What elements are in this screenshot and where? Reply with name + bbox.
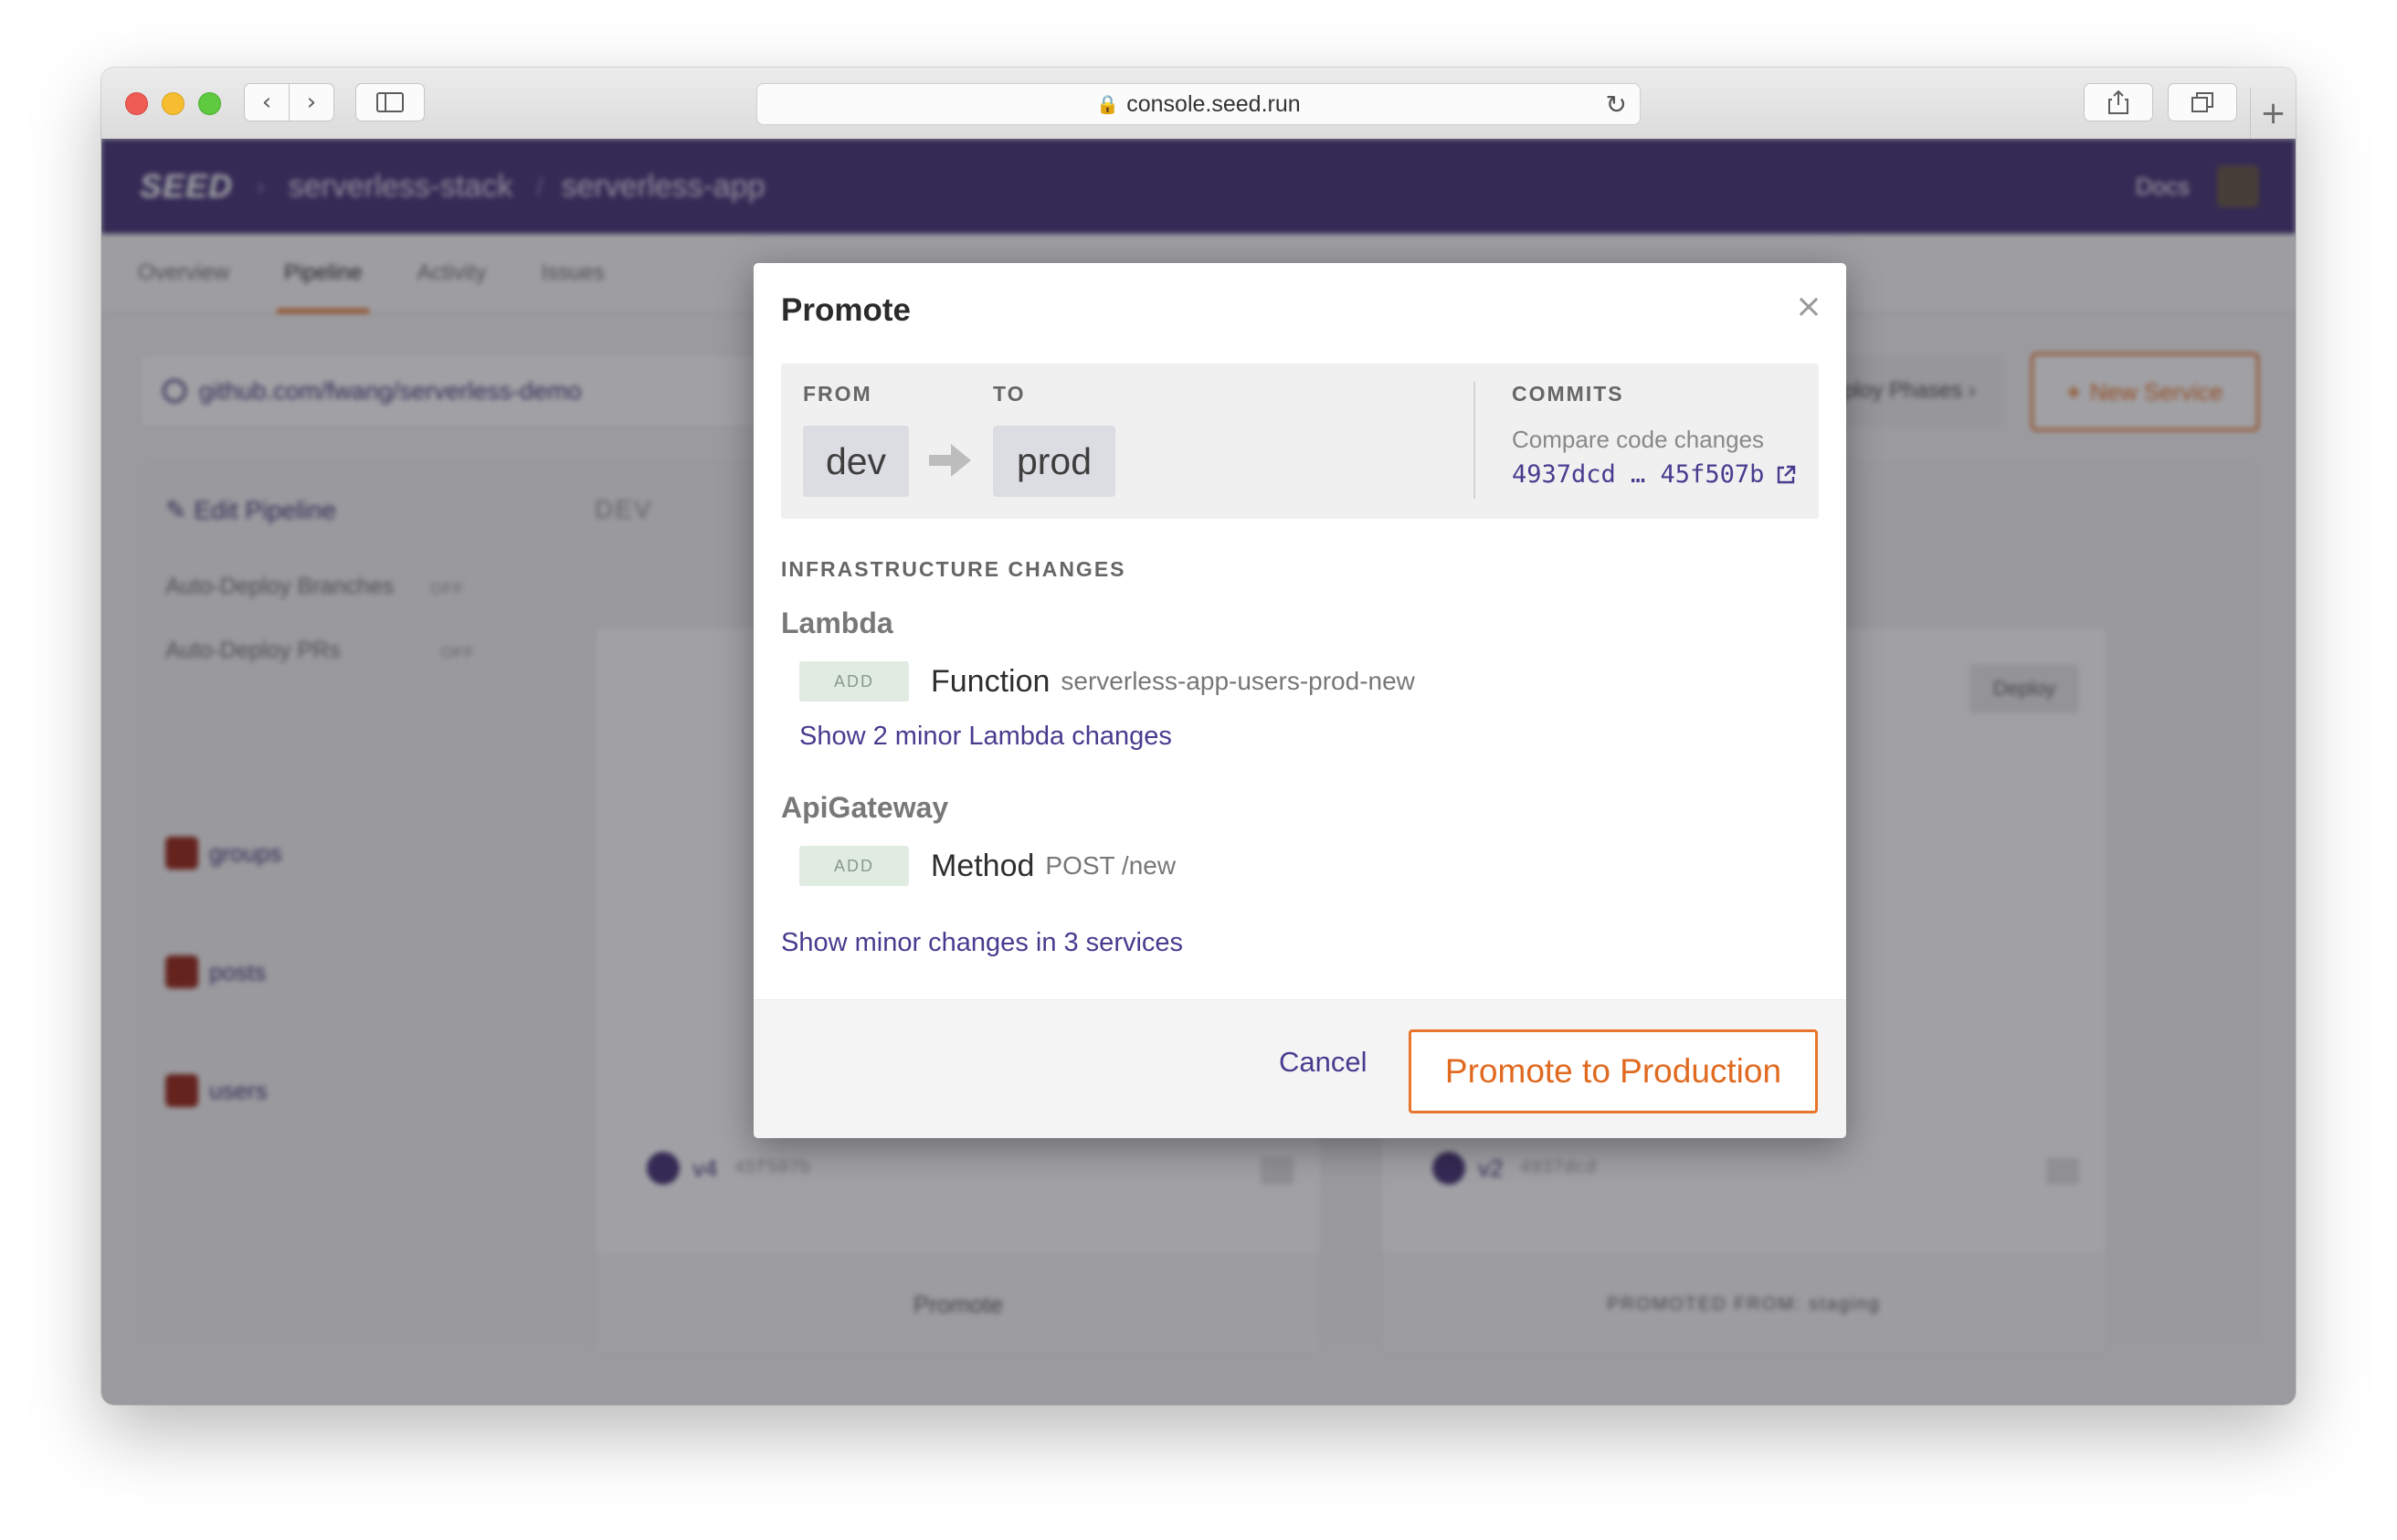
browser-window: ‹ › 🔒 console.seed.run ↻ + SEED › server… <box>101 68 2296 1405</box>
compare-code-label: Compare code changes <box>1512 426 1765 453</box>
show-minor-services-link[interactable]: Show minor changes in 3 services <box>781 928 1183 958</box>
promote-to-production-button[interactable]: Promote to Production <box>1409 1029 1818 1113</box>
chevron-left-icon: ‹ <box>261 89 272 116</box>
chevron-right-icon: › <box>306 89 317 116</box>
show-minor-lambda-changes-link[interactable]: Show 2 minor Lambda changes <box>799 722 1172 752</box>
from-label: FROM <box>803 382 872 406</box>
promote-summary: FROM TO dev prod COMMITS Compare code ch… <box>781 364 1819 519</box>
close-window-button[interactable] <box>125 92 148 115</box>
resource-name: serverless-app-users-prod-new <box>1061 667 1415 695</box>
resource-name: POST /new <box>1045 851 1177 880</box>
sidebar-toggle-button[interactable] <box>355 83 425 121</box>
minimize-window-button[interactable] <box>162 92 185 115</box>
resource-type: Function <box>931 663 1051 699</box>
tabs-icon <box>2191 92 2213 112</box>
service-heading-apigateway: ApiGateway <box>781 791 949 824</box>
plus-icon: + <box>2260 95 2286 132</box>
commit-range-text: 4937dcd … 45f507b <box>1512 460 1765 489</box>
new-tab-button[interactable]: + <box>2250 88 2296 139</box>
zoom-window-button[interactable] <box>198 92 221 115</box>
summary-divider <box>1473 382 1475 499</box>
add-badge: ADD <box>799 661 909 701</box>
modal-title: Promote <box>781 292 911 328</box>
promote-modal: Promote × FROM TO dev prod COMMITS Compa… <box>754 263 1846 1138</box>
commit-range-link[interactable]: 4937dcd … 45f507b <box>1512 460 1797 489</box>
sidebar-icon <box>376 92 404 112</box>
infrastructure-changes-title: INFRASTRUCTURE CHANGES <box>781 557 1126 581</box>
add-badge: ADD <box>799 846 909 886</box>
cancel-button[interactable]: Cancel <box>1279 1046 1367 1079</box>
lock-icon: 🔒 <box>1096 94 1120 115</box>
from-env-chip: dev <box>803 426 909 497</box>
browser-toolbar: ‹ › 🔒 console.seed.run ↻ + <box>101 68 2296 139</box>
tabs-overview-button[interactable] <box>2168 83 2237 121</box>
resource-type: Method <box>931 848 1035 883</box>
forward-button[interactable]: › <box>289 83 334 121</box>
modal-footer: Cancel Promote to Production <box>754 999 1846 1138</box>
to-label: TO <box>993 382 1026 406</box>
address-bar[interactable]: 🔒 console.seed.run ↻ <box>756 83 1641 125</box>
reload-icon[interactable]: ↻ <box>1606 90 1627 120</box>
share-button[interactable] <box>2084 83 2153 121</box>
share-icon <box>2108 90 2128 114</box>
service-heading-lambda: Lambda <box>781 607 893 639</box>
change-row: ADD Method POST /new <box>799 846 1176 886</box>
back-button[interactable]: ‹ <box>244 83 290 121</box>
change-row: ADD Function serverless-app-users-prod-n… <box>799 661 1415 701</box>
url-text: console.seed.run <box>1126 90 1301 117</box>
external-link-icon <box>1778 465 1796 483</box>
close-icon[interactable]: × <box>1795 290 1822 323</box>
arrow-right-icon <box>929 444 971 477</box>
commits-label: COMMITS <box>1512 382 1624 406</box>
to-env-chip: prod <box>993 426 1115 497</box>
